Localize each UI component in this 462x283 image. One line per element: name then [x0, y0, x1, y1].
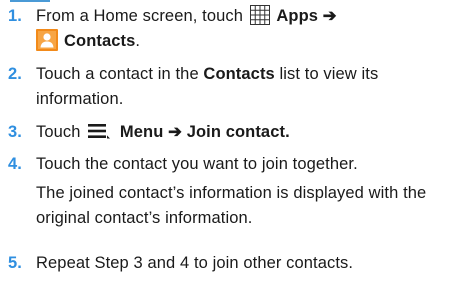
step-number: 5.: [8, 254, 22, 272]
step-line: Touch a contact in the Contacts list to …: [36, 62, 456, 87]
step-body: From a Home screen, touch Apps ➔ Contact…: [36, 4, 456, 54]
step-1: 1. From a Home screen, touch Apps ➔ Cont…: [0, 4, 462, 54]
step-number: 2.: [8, 65, 22, 83]
step-text: From a Home screen, touch: [36, 7, 243, 25]
step-3: 3. Touch Menu ➔ Join contact.: [0, 120, 462, 145]
arrow-icon: ➔: [322, 7, 337, 25]
arrow-icon: ➔: [168, 123, 183, 141]
contacts-label: Contacts: [64, 32, 136, 50]
step-line: The joined contact’s information is disp…: [36, 184, 427, 202]
step-text: Touch a contact in the: [36, 65, 199, 83]
step-text: .: [135, 32, 141, 50]
step-2: 2. Touch a contact in the Contacts list …: [0, 62, 462, 112]
step-body: Touch Menu ➔ Join contact.: [36, 120, 456, 145]
step-line: Repeat Step 3 and 4 to join other contac…: [36, 254, 354, 272]
step-4: 4. Touch the contact you want to join to…: [0, 152, 462, 227]
step-number: 3.: [8, 123, 22, 141]
step-line: From a Home screen, touch Apps ➔: [36, 4, 456, 29]
step-5: 5. Repeat Step 3 and 4 to join other con…: [0, 251, 462, 276]
step-line: original contact’s information.: [36, 209, 253, 227]
section-accent-rule: [10, 0, 50, 2]
instruction-page: 1. From a Home screen, touch Apps ➔ Cont…: [0, 0, 462, 283]
step-body: Repeat Step 3 and 4 to join other contac…: [36, 251, 456, 276]
menu-label: Menu: [119, 123, 164, 141]
step-text: list to view its: [279, 65, 379, 83]
step-line: Contacts.: [36, 28, 456, 54]
step-body: Touch the contact you want to join toget…: [36, 152, 456, 231]
apps-grid-icon: [249, 4, 270, 25]
step-text: Touch: [36, 123, 81, 141]
step-line: information.: [36, 90, 124, 108]
apps-label: Apps: [276, 7, 319, 25]
contacts-person-icon: [36, 28, 58, 51]
step-line: Touch the contact you want to join toget…: [36, 155, 358, 173]
join-contact-label: Join contact.: [186, 123, 290, 141]
menu-lines-icon: [88, 123, 111, 139]
step-number: 1.: [8, 7, 22, 25]
step-body: Touch a contact in the Contacts list to …: [36, 62, 456, 112]
contacts-label: Contacts: [203, 65, 275, 83]
step-line: Touch Menu ➔ Join contact.: [36, 120, 456, 145]
step-number: 4.: [8, 155, 22, 173]
